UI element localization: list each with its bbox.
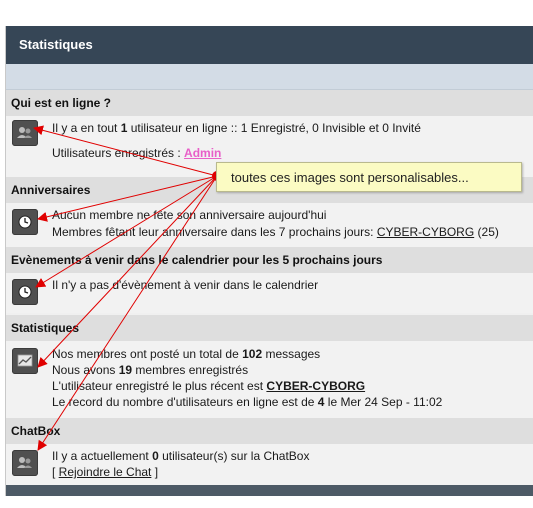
header-subbar (6, 64, 533, 90)
annotation-tooltip: toutes ces images sont personalisables..… (216, 162, 522, 192)
section-body-stats: Nos membres ont posté un total de 102 me… (6, 341, 533, 418)
total-members-line: Nous avons 19 membres enregistrés (52, 363, 249, 377)
chart-icon (12, 348, 38, 374)
section-title-events: Evènements à venir dans le calendrier po… (6, 247, 533, 273)
panel-title: Statistiques (19, 37, 93, 52)
section-body-birthdays: Aucun membre ne fête son anniversaire au… (6, 203, 533, 249)
panel-footer (6, 485, 533, 496)
events-line: Il n'y a pas d'évènement à venir dans le… (52, 278, 319, 292)
tooltip-text: toutes ces images sont personalisables..… (231, 170, 469, 185)
newest-member-line: L'utilisateur enregistré le plus récent … (52, 379, 366, 393)
join-chat-line: [ Rejoindre le Chat ] (52, 465, 159, 479)
chat-users-icon (12, 450, 38, 476)
join-chat-link[interactable]: Rejoindre le Chat (59, 465, 152, 479)
clock-icon (12, 209, 38, 235)
users-icon (12, 120, 38, 146)
calendar-clock-icon (12, 279, 38, 305)
section-title-stats: Statistiques (6, 315, 533, 341)
section-title-chatbox: ChatBox (6, 418, 533, 444)
section-title-online: Qui est en ligne ? (6, 90, 533, 116)
online-count-line: Il y a en tout 1 utilisateur en ligne ::… (52, 121, 421, 135)
registered-users-line: Utilisateurs enregistrés : Admin (52, 146, 222, 160)
panel-header: Statistiques (6, 26, 533, 64)
section-body-events: Il n'y a pas d'évènement à venir dans le… (6, 273, 533, 313)
birthday-upcoming-line: Membres fêtant leur anniversaire dans le… (52, 225, 499, 239)
section-body-chatbox: Il y a actuellement 0 utilisateur(s) sur… (6, 444, 533, 485)
chatbox-count-line: Il y a actuellement 0 utilisateur(s) sur… (52, 449, 310, 463)
newest-member-link[interactable]: CYBER-CYBORG (266, 379, 365, 393)
online-record-line: Le record du nombre d'utilisateurs en li… (52, 395, 443, 409)
total-posts-line: Nos membres ont posté un total de 102 me… (52, 347, 321, 361)
statistics-panel: Statistiques Qui est en ligne ? Il y a e… (5, 26, 533, 496)
admin-link[interactable]: Admin (184, 146, 221, 160)
birthday-today-line: Aucun membre ne fête son anniversaire au… (52, 208, 327, 222)
cyber-cyborg-birthday-link[interactable]: CYBER-CYBORG (377, 225, 474, 239)
